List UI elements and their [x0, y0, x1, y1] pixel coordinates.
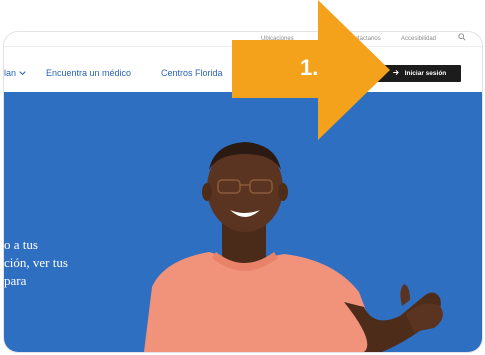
hero-line-3: para — [4, 273, 27, 288]
nav-plan-menu[interactable]: lan — [4, 68, 26, 78]
nav-find-doctor[interactable]: Encuentra un médico — [46, 68, 131, 78]
hero-line-2: ción, ver tus — [4, 255, 68, 270]
contact-link[interactable]: Contáctanos — [347, 36, 381, 42]
login-label: Iniciar sesión — [404, 70, 447, 77]
nav-florida-centers[interactable]: Centros Florida — [161, 68, 223, 78]
locations-link[interactable]: Ubicaciones — [261, 36, 294, 42]
login-button[interactable]: Iniciar sesión — [377, 65, 461, 82]
browser-frame: Ubicaciones Contáctanos Accesibilidad la… — [4, 32, 482, 352]
main-nav: lan Encuentra un médico Centros Florida … — [4, 46, 482, 94]
step-number-label: 1. — [300, 55, 319, 80]
search-icon[interactable] — [458, 33, 466, 43]
login-icon — [392, 69, 400, 78]
hero-person-image — [144, 142, 443, 352]
hero-banner: o a tus ción, ver tus para — [4, 92, 482, 352]
nav-plan-label: lan — [4, 68, 17, 78]
utility-bar: Ubicaciones Contáctanos Accesibilidad — [4, 32, 482, 46]
hero-headline: o a tus ción, ver tus para — [4, 236, 114, 290]
chevron-down-icon — [18, 68, 26, 78]
hero-line-1: o a tus — [4, 237, 38, 252]
accessibility-link[interactable]: Accesibilidad — [401, 36, 436, 42]
